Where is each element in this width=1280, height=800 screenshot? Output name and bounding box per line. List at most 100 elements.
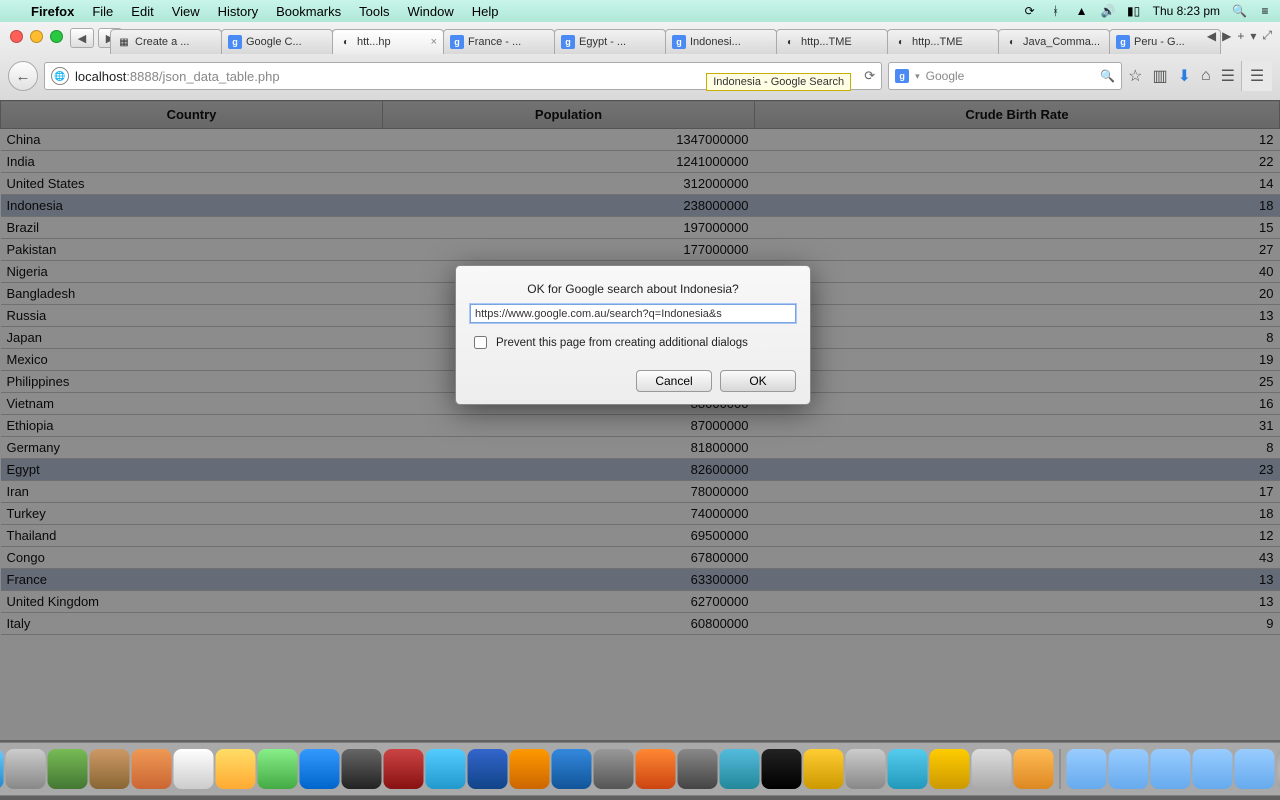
dock-app-icon[interactable] bbox=[510, 749, 550, 789]
app-menu[interactable]: Firefox bbox=[22, 4, 83, 19]
minimize-window-button[interactable] bbox=[30, 30, 43, 43]
dock-folder-icon[interactable] bbox=[1193, 749, 1233, 789]
search-engine-icon[interactable]: g bbox=[895, 69, 909, 83]
table-row[interactable]: United States31200000014 bbox=[1, 173, 1280, 195]
dock-folder-icon[interactable] bbox=[1235, 749, 1275, 789]
dock-folder-icon[interactable] bbox=[1109, 749, 1149, 789]
close-window-button[interactable] bbox=[10, 30, 23, 43]
address-bar[interactable]: 🌐 localhost:8888/json_data_table.php Ind… bbox=[44, 62, 882, 90]
table-row[interactable]: Thailand6950000012 bbox=[1, 525, 1280, 547]
browser-tab[interactable]: gPeru - G... bbox=[1109, 29, 1221, 54]
browser-tab[interactable]: ◐http...TME bbox=[776, 29, 888, 54]
zoom-window-button[interactable] bbox=[50, 30, 63, 43]
table-row[interactable]: Congo6780000043 bbox=[1, 547, 1280, 569]
menu-help[interactable]: Help bbox=[463, 4, 508, 19]
site-identity-icon[interactable]: 🌐 bbox=[51, 67, 69, 85]
dock-itunes-icon[interactable] bbox=[468, 749, 508, 789]
dock-app-icon[interactable] bbox=[594, 749, 634, 789]
dock-app-icon[interactable] bbox=[258, 749, 298, 789]
overflow-menu-icon[interactable]: ☰ bbox=[1241, 61, 1272, 91]
dock-app-icon[interactable] bbox=[132, 749, 172, 789]
dock-app-icon[interactable] bbox=[1014, 749, 1054, 789]
menu-file[interactable]: File bbox=[83, 4, 122, 19]
new-tab-button[interactable]: + bbox=[1237, 29, 1244, 43]
dock-app-icon[interactable] bbox=[384, 749, 424, 789]
dock-app-icon[interactable] bbox=[846, 749, 886, 789]
browser-tab[interactable]: gFrance - ... bbox=[443, 29, 555, 54]
reload-icon[interactable]: ⟳ bbox=[864, 68, 875, 84]
dock-app-icon[interactable] bbox=[678, 749, 718, 789]
dock-folder-icon[interactable] bbox=[1151, 749, 1191, 789]
table-row[interactable]: Italy608000009 bbox=[1, 613, 1280, 635]
browser-tab[interactable]: ▦Create a ... bbox=[110, 29, 222, 54]
dock-firefox-icon[interactable] bbox=[636, 749, 676, 789]
downloads-icon[interactable]: ⬇ bbox=[1178, 66, 1191, 86]
tab-scroll-right-icon[interactable]: ▶ bbox=[1222, 29, 1231, 43]
wifi-icon[interactable]: ▲ bbox=[1075, 4, 1089, 18]
cancel-button[interactable]: Cancel bbox=[636, 370, 712, 392]
bookmark-star-icon[interactable]: ☆ bbox=[1128, 66, 1142, 86]
menu-history[interactable]: History bbox=[209, 4, 267, 19]
table-row[interactable]: France6330000013 bbox=[1, 569, 1280, 591]
dock-app-icon[interactable] bbox=[342, 749, 382, 789]
table-row[interactable]: Egypt8260000023 bbox=[1, 459, 1280, 481]
browser-tab[interactable]: gIndonesi... bbox=[665, 29, 777, 54]
bluetooth-icon[interactable]: ᚼ bbox=[1049, 4, 1063, 18]
dock-app-icon[interactable] bbox=[216, 749, 256, 789]
table-row[interactable]: Indonesia23800000018 bbox=[1, 195, 1280, 217]
menu-tools[interactable]: Tools bbox=[350, 4, 398, 19]
menu-window[interactable]: Window bbox=[399, 4, 463, 19]
table-row[interactable]: China134700000012 bbox=[1, 129, 1280, 151]
firefox-menu-icon[interactable]: ☰ bbox=[1221, 66, 1235, 86]
list-tabs-button[interactable]: ▾ bbox=[1250, 29, 1256, 43]
browser-tab[interactable]: ◐Java_Comma... bbox=[998, 29, 1110, 54]
tab-group-left-button[interactable]: ◀ bbox=[70, 28, 94, 48]
dock-app-icon[interactable] bbox=[804, 749, 844, 789]
table-row[interactable]: Pakistan17700000027 bbox=[1, 239, 1280, 261]
volume-icon[interactable]: 🔊 bbox=[1101, 4, 1115, 18]
dock-app-icon[interactable] bbox=[6, 749, 46, 789]
sync-icon[interactable]: ⟳ bbox=[1023, 4, 1037, 18]
browser-tab[interactable]: ◐http...TME bbox=[887, 29, 999, 54]
table-row[interactable]: United Kingdom6270000013 bbox=[1, 591, 1280, 613]
table-row[interactable]: India124100000022 bbox=[1, 151, 1280, 173]
ok-button[interactable]: OK bbox=[720, 370, 796, 392]
dock-app-icon[interactable] bbox=[300, 749, 340, 789]
dock-app-icon[interactable] bbox=[930, 749, 970, 789]
spotlight-icon[interactable]: 🔍 bbox=[1232, 4, 1246, 18]
sidebar-icon[interactable]: ▥ bbox=[1152, 66, 1167, 86]
dock-appstore-icon[interactable] bbox=[552, 749, 592, 789]
table-row[interactable]: Brazil19700000015 bbox=[1, 217, 1280, 239]
table-row[interactable]: Iran7800000017 bbox=[1, 481, 1280, 503]
suppress-dialogs-checkbox[interactable]: Prevent this page from creating addition… bbox=[470, 333, 796, 352]
dock-folder-icon[interactable] bbox=[1067, 749, 1107, 789]
battery-icon[interactable]: ▮▯ bbox=[1127, 4, 1141, 18]
dock-app-icon[interactable] bbox=[174, 749, 214, 789]
dock-terminal-icon[interactable] bbox=[762, 749, 802, 789]
menu-edit[interactable]: Edit bbox=[122, 4, 162, 19]
dock-app-icon[interactable] bbox=[426, 749, 466, 789]
table-row[interactable]: Ethiopia8700000031 bbox=[1, 415, 1280, 437]
browser-tab[interactable]: ◐htt...hp× bbox=[332, 29, 444, 54]
tab-scroll-left-icon[interactable]: ◀ bbox=[1207, 29, 1216, 43]
suppress-dialogs-checkbox-input[interactable] bbox=[474, 336, 487, 349]
menu-bookmarks[interactable]: Bookmarks bbox=[267, 4, 350, 19]
notifications-icon[interactable]: ≡ bbox=[1258, 4, 1272, 18]
dock-finder-icon[interactable] bbox=[0, 749, 4, 789]
fullscreen-button[interactable]: ⤢ bbox=[1262, 28, 1272, 43]
dock-app-icon[interactable] bbox=[888, 749, 928, 789]
dock-app-icon[interactable] bbox=[48, 749, 88, 789]
dialog-input[interactable] bbox=[470, 304, 796, 323]
browser-tab[interactable]: gGoogle C... bbox=[221, 29, 333, 54]
back-button[interactable]: ← bbox=[8, 61, 38, 91]
search-bar[interactable]: g ▾ Google 🔍 bbox=[888, 62, 1122, 90]
menubar-clock[interactable]: Thu 8:23 pm bbox=[1153, 4, 1220, 18]
tab-close-icon[interactable]: × bbox=[427, 36, 437, 48]
table-row[interactable]: Germany818000008 bbox=[1, 437, 1280, 459]
table-row[interactable]: Turkey7400000018 bbox=[1, 503, 1280, 525]
menu-view[interactable]: View bbox=[163, 4, 209, 19]
dock-trash-icon[interactable] bbox=[1277, 749, 1280, 789]
dock-app-icon[interactable] bbox=[972, 749, 1012, 789]
dock-app-icon[interactable] bbox=[720, 749, 760, 789]
dock-app-icon[interactable] bbox=[90, 749, 130, 789]
